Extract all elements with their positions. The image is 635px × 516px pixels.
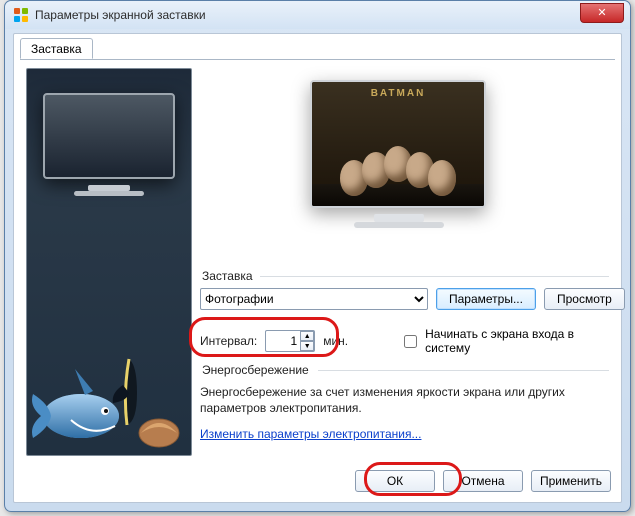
- window-title: Параметры экранной заставки: [35, 8, 206, 22]
- interval-down-icon[interactable]: ▼: [300, 341, 314, 351]
- preview-image: BATMAN: [312, 82, 484, 206]
- titlebar[interactable]: Параметры экранной заставки ✕: [5, 1, 630, 29]
- screensaver-select[interactable]: Фотографии: [200, 288, 428, 310]
- dialog-buttons: ОК Отмена Применить: [355, 470, 611, 492]
- power-settings-link[interactable]: Изменить параметры электропитания...: [200, 426, 421, 442]
- resume-lock-checkbox[interactable]: Начинать с экрана входа в систему: [400, 327, 609, 355]
- interval-label: Интервал:: [200, 334, 257, 348]
- fish-illustration: [31, 321, 189, 451]
- group-power-legend: Энергосбережение: [200, 363, 311, 377]
- group-screensaver-legend: Заставка: [200, 269, 255, 283]
- preview-button[interactable]: Просмотр: [544, 288, 625, 310]
- app-icon: [13, 7, 29, 23]
- apply-button[interactable]: Применить: [531, 470, 611, 492]
- interval-spinner[interactable]: ▲ ▼: [265, 330, 315, 352]
- close-button[interactable]: ✕: [580, 3, 624, 23]
- tabstrip: Заставка: [20, 38, 93, 60]
- interval-up-icon[interactable]: ▲: [300, 331, 314, 341]
- ok-button[interactable]: ОК: [355, 470, 435, 492]
- client-area: Заставка: [13, 33, 622, 503]
- cancel-button[interactable]: Отмена: [443, 470, 523, 492]
- preview-poster-title: BATMAN: [312, 88, 484, 99]
- screensaver-settings-window: Параметры экранной заставки ✕ Заставка: [4, 0, 631, 512]
- tab-saver[interactable]: Заставка: [20, 38, 93, 59]
- settings-button[interactable]: Параметры...: [436, 288, 536, 310]
- interval-input[interactable]: [266, 332, 300, 350]
- group-interval: Интервал: ▲ ▼ мин. Начинать с экрана вхо…: [200, 328, 609, 362]
- fish-preview-panel: [26, 68, 192, 456]
- interval-unit: мин.: [323, 334, 348, 348]
- panel-monitor-icon: [43, 93, 175, 193]
- resume-lock-label: Начинать с экрана входа в систему: [425, 327, 609, 355]
- group-power: Энергосбережение Энергосбережение за сче…: [200, 370, 609, 458]
- tab-content: BATMAN Заставка: [20, 60, 615, 458]
- screensaver-preview: BATMAN: [310, 80, 488, 246]
- resume-lock-checkbox-input[interactable]: [404, 335, 417, 348]
- settings-panel: BATMAN Заставка: [200, 68, 609, 458]
- power-text: Энергосбережение за счет изменения яркос…: [200, 385, 565, 415]
